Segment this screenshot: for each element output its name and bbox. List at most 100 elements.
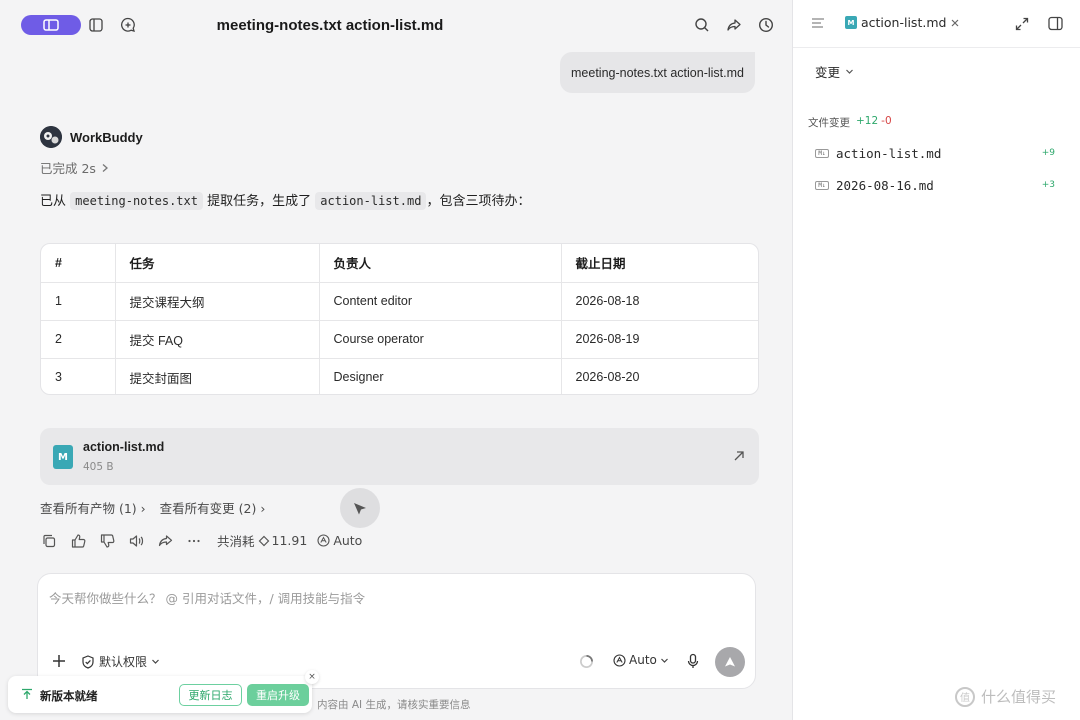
- update-toast: 新版本就绪 更新日志 重启升级: [8, 676, 312, 713]
- permission-selector[interactable]: 默认权限: [81, 653, 160, 670]
- table-header: 负责人: [319, 244, 562, 283]
- changed-file-name: 2026-08-16.md: [836, 177, 934, 193]
- side-panel: M action-list.md 变更 文件变更 +12 -0 M↓ actio…: [792, 0, 1080, 720]
- table-header: 截止日期: [561, 244, 758, 283]
- main-pane: meeting-notes.txt action-list.md meeting…: [0, 0, 792, 720]
- add-attachment-icon[interactable]: [51, 653, 67, 669]
- deletions-count: -0: [881, 115, 892, 127]
- summary-middle: 提取任务，生成了: [207, 194, 312, 209]
- changed-file-item[interactable]: M↓ 2026-08-16.md +3: [815, 175, 1055, 195]
- share-icon[interactable]: [724, 15, 744, 35]
- search-icon[interactable]: [692, 15, 712, 35]
- markdown-file-icon: M: [845, 16, 857, 29]
- ai-disclaimer: 内容由 AI 生成，请核实重要信息: [317, 699, 471, 711]
- permission-label: 默认权限: [99, 655, 148, 669]
- share-icon[interactable]: [158, 532, 187, 550]
- message-input[interactable]: 今天帮你做些什么？ @ 引用对话文件，/ 调用技能与指令: [49, 588, 365, 607]
- cost-value: 11.91: [271, 533, 308, 548]
- open-external-icon[interactable]: [731, 448, 747, 464]
- watermark: 值 什么值得买: [955, 686, 1056, 707]
- avatar: [40, 126, 62, 148]
- speaker-icon[interactable]: [129, 532, 158, 550]
- file-artifact-card[interactable]: M action-list.md 405 B: [40, 428, 759, 485]
- more-icon[interactable]: [187, 532, 216, 550]
- chevron-right-icon: [102, 163, 108, 172]
- changed-file-count: +9: [1041, 148, 1055, 158]
- chevron-down-icon: [846, 69, 853, 74]
- cost-label: 共消耗: [217, 534, 255, 549]
- upload-arrow-icon: [22, 688, 32, 699]
- top-bar: meeting-notes.txt action-list.md: [0, 0, 792, 50]
- table-cell: Course operator: [319, 320, 562, 359]
- chevron-down-icon: [152, 659, 159, 664]
- close-icon[interactable]: [950, 18, 960, 28]
- composer[interactable]: 今天帮你做些什么？ @ 引用对话文件，/ 调用技能与指令 默认权限 Auto: [37, 573, 756, 689]
- toast-close-button[interactable]: ×: [305, 670, 319, 684]
- changes-dropdown-label: 变更: [815, 65, 841, 80]
- result-links: 查看所有产物 (1) › 查看所有变更 (2) ›: [40, 498, 265, 517]
- file-size: 405 B: [83, 461, 114, 473]
- file-name: action-list.md: [83, 440, 165, 454]
- file-changes-label: 文件变更: [808, 117, 850, 129]
- thumbs-up-icon[interactable]: [71, 532, 100, 550]
- table-cell: 2026-08-20: [575, 370, 640, 385]
- table-header: #: [41, 244, 116, 283]
- summary-prefix: 已从: [40, 194, 67, 209]
- table-row: 1 提交课程大纲 Content editor 2026-08-18: [41, 282, 758, 321]
- table-cell: Content editor: [319, 282, 562, 321]
- table-cell: 2026-08-19: [561, 320, 758, 359]
- table-row: 2 提交 FAQ Course operator 2026-08-19: [41, 320, 758, 359]
- toast-message: 新版本就绪: [40, 689, 98, 703]
- model-selector-label: Auto: [629, 653, 657, 667]
- changes-dropdown[interactable]: 变更: [815, 62, 854, 81]
- list-icon[interactable]: [811, 17, 825, 29]
- task-table: # 任务 负责人 截止日期 1 提交课程大纲 Content editor 20…: [40, 243, 759, 395]
- new-chat-button[interactable]: [21, 15, 81, 35]
- shield-check-icon: [82, 654, 94, 669]
- restart-upgrade-button[interactable]: 重启升级: [247, 684, 309, 706]
- file-tab[interactable]: M action-list.md: [845, 15, 960, 30]
- view-artifacts-link[interactable]: 查看所有产物 (1) ›: [40, 498, 146, 517]
- table-cell: 2: [41, 320, 116, 359]
- chevron-down-icon: [660, 658, 668, 663]
- message-action-bar: 共消耗 11.91 Auto: [42, 531, 362, 550]
- new-chat-icon[interactable]: [118, 15, 138, 35]
- view-changes-label: 查看所有变更 (2): [159, 501, 257, 516]
- view-changes-link[interactable]: 查看所有变更 (2) ›: [160, 498, 266, 517]
- table-cell: 2026-08-18: [561, 282, 758, 321]
- completion-status[interactable]: 已完成 2s: [40, 158, 109, 177]
- thumbs-down-icon[interactable]: [100, 532, 129, 550]
- completion-label: 已完成 2s: [40, 161, 96, 176]
- changed-file-item[interactable]: M↓ action-list.md +9: [815, 143, 1055, 163]
- markdown-file-icon: M: [53, 445, 73, 469]
- panel-layout-icon[interactable]: [86, 15, 106, 35]
- table-header-row: # 任务 负责人 截止日期: [41, 244, 758, 283]
- table-header: 任务: [115, 244, 320, 283]
- expand-icon[interactable]: [1015, 17, 1029, 31]
- send-button[interactable]: [715, 647, 745, 677]
- file-tab-label: action-list.md: [861, 15, 947, 30]
- changed-file-name: action-list.md: [836, 145, 942, 161]
- watermark-logo: 值: [955, 686, 975, 707]
- auto-model-icon: [317, 534, 330, 547]
- table-cell: 3: [41, 358, 116, 394]
- model-selector[interactable]: Auto: [613, 653, 669, 667]
- microphone-icon[interactable]: [685, 653, 701, 669]
- auto-model-icon: [613, 653, 626, 667]
- file-changes-header: 文件变更 +12 -0: [808, 115, 892, 130]
- mouse-cursor-highlight: [340, 488, 380, 528]
- view-artifacts-label: 查看所有产物 (1): [40, 501, 137, 516]
- summary-suffix: ，包含三项待办：: [426, 194, 531, 209]
- changelog-button[interactable]: 更新日志: [179, 684, 242, 706]
- table-row: 3 提交封面图 Designer 2026-08-20: [41, 358, 758, 394]
- history-icon[interactable]: [756, 15, 776, 35]
- panel-toggle-icon[interactable]: [1048, 16, 1063, 31]
- additions-count: +12: [856, 115, 879, 127]
- loading-spinner-icon: [580, 655, 593, 668]
- markdown-badge-icon: M↓: [815, 180, 829, 190]
- send-arrow-icon: [725, 657, 735, 667]
- table-cell: 1: [41, 282, 116, 321]
- inline-code-source-file: meeting-notes.txt: [70, 192, 203, 210]
- copy-icon[interactable]: [42, 532, 71, 550]
- inline-code-output-file: action-list.md: [315, 192, 427, 210]
